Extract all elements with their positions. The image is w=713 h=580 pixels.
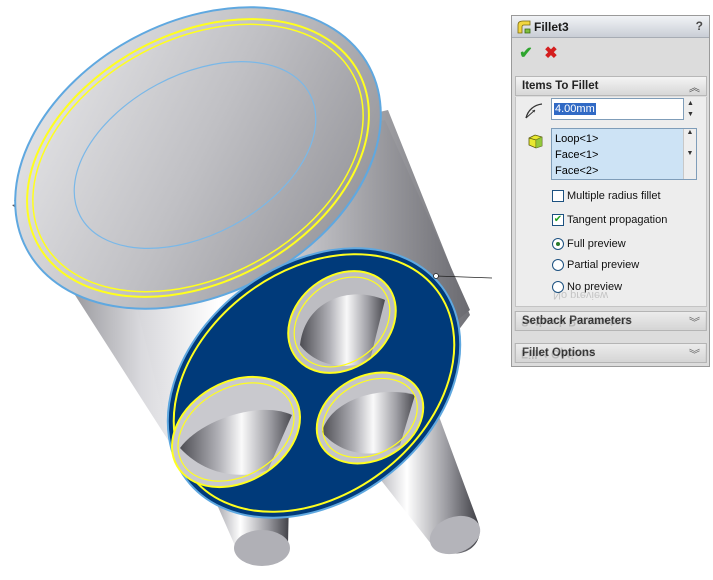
edge-face-selector-icon	[528, 134, 543, 149]
ok-button[interactable]: ✔	[517, 45, 535, 63]
partial-preview-radio[interactable]	[552, 259, 564, 271]
x-icon: ✖	[544, 45, 558, 62]
full-preview-label: Full preview	[567, 238, 626, 250]
radius-value: 4.00mm	[554, 103, 596, 115]
multiple-radius-label: Multiple radius fillet	[567, 190, 661, 202]
tangent-propagation-label: Tangent propagation	[567, 214, 668, 226]
panel-title: Fillet3	[534, 20, 569, 34]
list-item[interactable]: Face<2>	[555, 165, 598, 177]
tangent-propagation-option[interactable]: ✔ Tangent propagation	[552, 213, 692, 229]
collapse-chevron-icon: ︽	[689, 82, 700, 94]
radius-spinner[interactable]: ▲ ▼	[685, 98, 696, 120]
reflection-label: Setback Parameters	[521, 315, 631, 327]
items-to-fillet-label: Items To Fillet	[522, 80, 599, 92]
list-scrollbar[interactable]: ▲ ▼	[683, 129, 696, 179]
reflection-label: Fillet Options	[521, 347, 595, 359]
multiple-radius-option[interactable]: Multiple radius fillet	[552, 189, 692, 205]
full-preview-radio[interactable]	[552, 238, 564, 250]
tangent-propagation-checkbox[interactable]: ✔	[552, 214, 564, 226]
multiple-radius-checkbox[interactable]	[552, 190, 564, 202]
selection-list[interactable]: Loop<1> Face<1> Face<2> ▲ ▼	[551, 128, 697, 180]
graphics-viewport[interactable]	[0, 0, 500, 580]
cancel-button[interactable]: ✖	[542, 45, 560, 63]
partial-preview-label: Partial preview	[567, 259, 640, 271]
radius-icon	[525, 103, 543, 119]
panel-titlebar: Fillet3 ?	[512, 16, 709, 38]
items-to-fillet-header[interactable]: Items To Fillet ︽	[515, 76, 707, 96]
list-item[interactable]: Face<1>	[555, 149, 598, 161]
panel-reflection: Fillet Options Setback Parameters No pre…	[511, 277, 710, 367]
full-preview-option[interactable]: Full preview	[552, 237, 692, 253]
list-item[interactable]: Loop<1>	[555, 133, 598, 145]
help-icon[interactable]: ?	[696, 19, 703, 33]
partial-preview-option[interactable]: Partial preview	[552, 258, 692, 274]
reflection-label: No preview	[553, 289, 609, 301]
radius-input[interactable]: 4.00mm	[551, 98, 684, 120]
fillet-feature-icon	[517, 20, 531, 34]
check-icon: ✔	[519, 45, 533, 62]
